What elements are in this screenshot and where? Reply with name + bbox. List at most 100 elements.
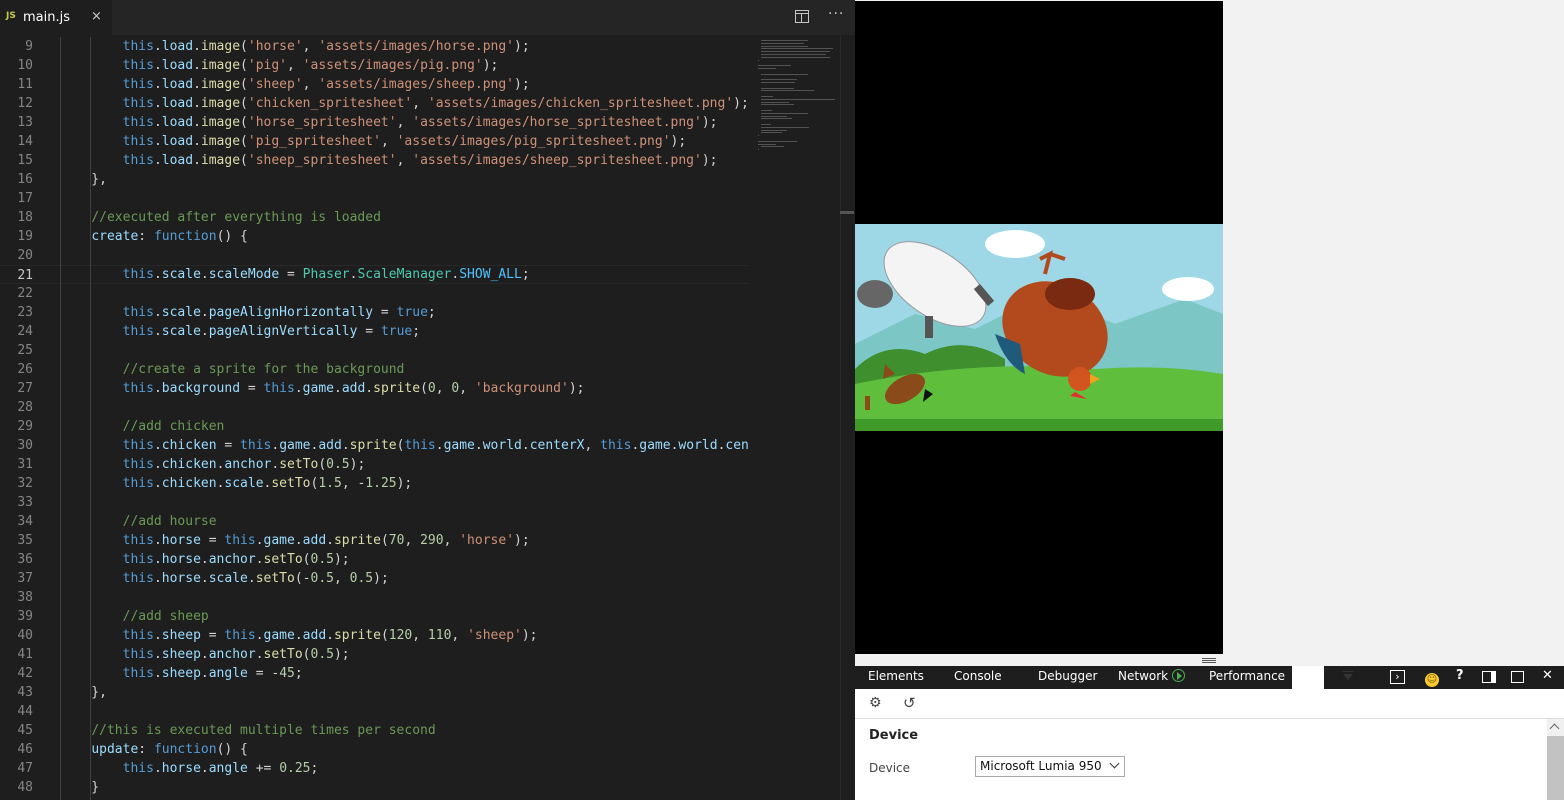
code-line[interactable]: 30 this.chicken = this.game.add.sprite(t…	[0, 436, 748, 455]
code-text: this.load.image('pig', 'assets/images/pi…	[122, 58, 499, 73]
tab-elements[interactable]: Elements	[868, 669, 924, 683]
code-line[interactable]: 34 //add hourse	[0, 512, 748, 531]
code-text: this.background = this.game.add.sprite(0…	[122, 381, 585, 396]
line-number: 23	[17, 305, 33, 320]
code-line[interactable]: 11 this.load.image('sheep', 'assets/imag…	[0, 75, 748, 94]
code-line[interactable]: 43 },	[0, 683, 748, 702]
code-line[interactable]: 46 update: function() {	[0, 740, 748, 759]
indent-guide	[90, 37, 91, 800]
code-line[interactable]: 40 this.sheep = this.game.add.sprite(120…	[0, 626, 748, 645]
code-line[interactable]: 38	[0, 588, 748, 607]
feedback-smiley-icon[interactable]: ☺	[1425, 670, 1439, 687]
minimap-line	[757, 140, 798, 142]
code-line[interactable]: 24 this.scale.pageAlignVertically = true…	[0, 322, 748, 341]
minimap-line	[761, 54, 826, 55]
minimap-line	[761, 110, 772, 111]
tab-debugger[interactable]: Debugger	[1038, 669, 1097, 683]
line-number: 9	[25, 39, 33, 54]
code-line[interactable]: 26 //create a sprite for the background	[0, 360, 748, 379]
code-text: this.scale.scaleMode = Phaser.ScaleManag…	[122, 267, 530, 282]
code-line[interactable]: 22	[0, 284, 748, 303]
code-line[interactable]: 41 this.sheep.anchor.setTo(0.5);	[0, 645, 748, 664]
code-line[interactable]: 18 //executed after everything is loaded	[0, 208, 748, 227]
minimap-line	[761, 98, 835, 100]
undock-icon[interactable]	[1511, 671, 1524, 683]
code-line[interactable]: 39 //add sheep	[0, 607, 748, 626]
code-line[interactable]: 48 }	[0, 778, 748, 797]
minimap[interactable]	[750, 35, 840, 800]
code-text: //create a sprite for the background	[122, 362, 405, 377]
close-devtools-icon[interactable]: ✕	[1542, 668, 1553, 683]
code-line[interactable]: 13 this.load.image('horse_spritesheet', …	[0, 113, 748, 132]
minimap-line	[761, 101, 790, 103]
code-line[interactable]: 12 this.load.image('chicken_spritesheet'…	[0, 94, 748, 113]
code-text: this.load.image('sheep', 'assets/images/…	[122, 77, 530, 92]
split-editor-icon[interactable]	[795, 10, 809, 23]
settings-list-icon[interactable]: ⚙	[869, 695, 882, 711]
code-line[interactable]: 45 //this is executed multiple times per…	[0, 721, 748, 740]
devtools-tab-bar: Elements Console Debugger Network Perfor…	[855, 666, 1564, 689]
resize-grip[interactable]	[855, 655, 1564, 666]
code-line[interactable]: 25	[0, 341, 748, 360]
code-line[interactable]: 36 this.horse.anchor.setTo(0.5);	[0, 550, 748, 569]
code-line[interactable]: 20	[0, 246, 748, 265]
line-number: 10	[17, 58, 33, 73]
code-line[interactable]: 35 this.horse = this.game.add.sprite(70,…	[0, 531, 748, 550]
minimap-line	[757, 65, 791, 67]
more-actions-icon[interactable]: ···	[828, 6, 844, 22]
minimap-line	[761, 115, 788, 117]
line-number: 40	[17, 628, 33, 643]
line-number: 22	[17, 286, 33, 301]
developer-tools: Elements Console Debugger Network Perfor…	[855, 655, 1564, 800]
code-line[interactable]: 17	[0, 189, 748, 208]
minimap-line	[761, 112, 808, 114]
editor-scrollbar[interactable]	[840, 35, 854, 800]
panel-scrollbar-thumb[interactable]	[1547, 736, 1564, 800]
emulation-panel: Device Device Microsoft Lumia 950	[855, 719, 1547, 800]
tab-console[interactable]: Console	[954, 669, 1002, 683]
dock-side-icon[interactable]	[1482, 671, 1496, 683]
line-number: 46	[17, 742, 33, 757]
code-line[interactable]: 15 this.load.image('sheep_spritesheet', …	[0, 151, 748, 170]
device-label: Device	[869, 761, 911, 775]
code-line[interactable]: 29 //add chicken	[0, 417, 748, 436]
tab-network[interactable]: Network	[1118, 669, 1186, 683]
console-drawer-icon[interactable]: ›	[1390, 670, 1405, 684]
code-line[interactable]: 14 this.load.image('pig_spritesheet', 'a…	[0, 132, 748, 151]
game-canvas[interactable]	[855, 1, 1223, 654]
code-line[interactable]: 33	[0, 493, 748, 512]
code-line[interactable]: 31 this.chicken.anchor.setTo(0.5);	[0, 455, 748, 474]
code-line[interactable]: 44	[0, 702, 748, 721]
code-line[interactable]: 21 this.scale.scaleMode = Phaser.ScaleMa…	[0, 265, 748, 284]
code-line[interactable]: 23 this.scale.pageAlignHorizontally = tr…	[0, 303, 748, 322]
code-line[interactable]: 37 this.horse.scale.setTo(-0.5, 0.5);	[0, 569, 748, 588]
code-line[interactable]: 47 this.horse.angle += 0.25;	[0, 759, 748, 778]
code-line[interactable]: 28	[0, 398, 748, 417]
code-text: this.load.image('horse', 'assets/images/…	[122, 39, 530, 54]
minimap-line	[757, 135, 760, 137]
code-line[interactable]: 19 create: function() {	[0, 227, 748, 246]
help-icon[interactable]: ?	[1456, 668, 1464, 683]
device-select[interactable]: Microsoft Lumia 950	[975, 756, 1125, 777]
tab-performance[interactable]: Performance	[1209, 669, 1285, 683]
editor-scrollbar-thumb[interactable]	[840, 211, 854, 214]
close-tab-icon[interactable]: ×	[91, 9, 102, 24]
scroll-up-icon[interactable]	[1549, 723, 1560, 734]
panel-scrollbar[interactable]	[1547, 719, 1564, 800]
more-tools-dropdown-icon[interactable]	[1292, 666, 1353, 689]
code-area[interactable]: 9 this.load.image('horse', 'assets/image…	[0, 37, 748, 800]
code-text: this.load.image('sheep_spritesheet', 'as…	[122, 153, 718, 168]
code-line[interactable]: 27 this.background = this.game.add.sprit…	[0, 379, 748, 398]
code-line[interactable]: 42 this.sheep.angle = -45;	[0, 664, 748, 683]
code-line[interactable]: 9 this.load.image('horse', 'assets/image…	[0, 37, 748, 56]
tab-main-js[interactable]: JS main.js ×	[0, 0, 112, 35]
code-line[interactable]: 32 this.chicken.scale.setTo(1.5, -1.25);	[0, 474, 748, 493]
code-text: },	[60, 172, 107, 187]
code-line[interactable]: 10 this.load.image('pig', 'assets/images…	[0, 56, 748, 75]
minimap-line	[761, 146, 784, 148]
code-text: //this is executed multiple times per se…	[91, 723, 436, 738]
line-number: 33	[17, 495, 33, 510]
reset-icon[interactable]: ↺	[903, 694, 916, 712]
line-number: 31	[17, 457, 33, 472]
code-line[interactable]: 16 },	[0, 170, 748, 189]
